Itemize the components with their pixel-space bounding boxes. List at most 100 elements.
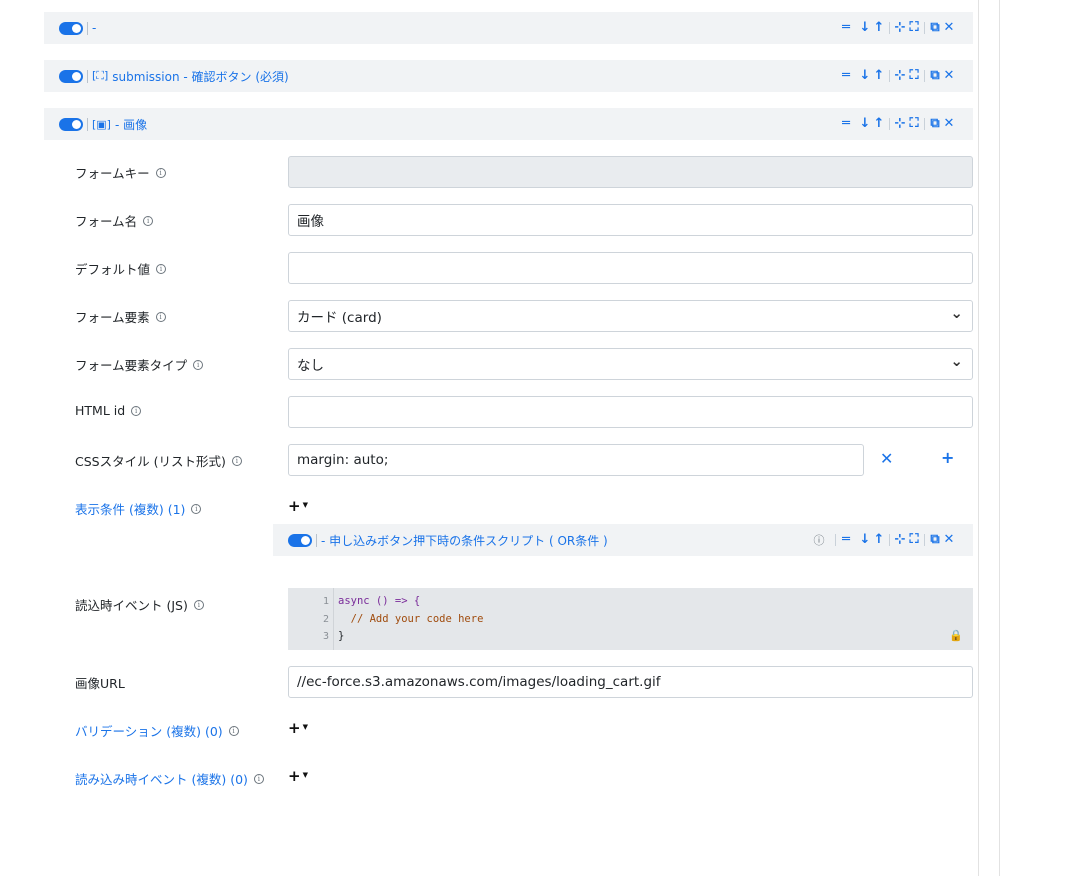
arrow-up-icon[interactable]: ↑ <box>872 108 886 140</box>
image-icon: [▣] <box>92 117 111 131</box>
drag-handle-icon[interactable]: ═ <box>839 12 853 44</box>
divider <box>87 21 88 35</box>
caret-down-icon: ▼ <box>302 770 308 779</box>
info-icon[interactable]: i <box>193 359 204 370</box>
plus-icon: + <box>288 719 301 737</box>
condition-title[interactable]: - 申し込みボタン押下時の条件スクリプト ( OR条件 ) <box>321 532 608 549</box>
info-icon[interactable]: i <box>155 167 166 178</box>
panel-divider <box>978 0 979 876</box>
line-number: 3 <box>322 631 329 642</box>
form-element-label: フォーム要素 i <box>75 307 166 326</box>
add-condition-button[interactable]: + ▼ <box>288 497 308 515</box>
form-name-label: フォーム名 i <box>75 211 154 230</box>
form-element-select[interactable]: カード (card) <box>288 300 973 332</box>
enable-toggle[interactable] <box>59 117 83 131</box>
plus-icon: + <box>288 497 301 515</box>
add-load-event-button[interactable]: + ▼ <box>288 767 308 785</box>
html-id-label: HTML id i <box>75 403 142 418</box>
info-icon[interactable]: i <box>228 725 239 736</box>
line-number: 1 <box>322 596 329 607</box>
copy-icon[interactable]: ⧉ <box>928 12 942 44</box>
line-number: 2 <box>322 614 329 625</box>
element-title[interactable]: [▣] - 画像 <box>92 116 147 133</box>
add-style-button[interactable]: + <box>941 448 954 467</box>
expand-icon[interactable]: ⛶ <box>907 108 921 140</box>
image-url-label: 画像URL <box>75 676 125 691</box>
arrow-up-icon[interactable]: ↑ <box>872 60 886 92</box>
element-bar: [⛶] submission - 確認ボタン (必須) ═ ↓ ↑ ⊹ ⛶ ⧉ ✕ <box>44 60 973 92</box>
caret-down-icon: ▼ <box>302 500 308 509</box>
form-element-type-label: フォーム要素タイプ i <box>75 355 204 374</box>
display-conditions-label[interactable]: 表示条件 (複数) (1) i <box>75 499 202 518</box>
arrow-down-icon[interactable]: ↓ <box>858 12 872 44</box>
condition-toolbar: ⓘ ═ ↓ ↑ ⊹ ⛶ ⧉ ✕ <box>812 524 956 556</box>
default-value-label: デフォルト値 i <box>75 259 167 278</box>
close-icon[interactable]: ✕ <box>942 524 956 556</box>
divider <box>87 69 88 83</box>
collapse-icon[interactable]: ⊹ <box>893 108 907 140</box>
form-key-label: フォームキー i <box>75 163 166 182</box>
load-events-label[interactable]: 読み込み時イベント (複数) (0) i <box>75 769 264 788</box>
collapse-icon[interactable]: ⊹ <box>893 524 907 556</box>
drag-handle-icon[interactable]: ═ <box>839 108 853 140</box>
arrow-up-icon[interactable]: ↑ <box>872 12 886 44</box>
line-gutter: 1 2 3 <box>288 588 334 650</box>
info-icon[interactable]: i <box>156 263 167 274</box>
collapse-icon[interactable]: ⊹ <box>893 12 907 44</box>
form-element-type-select[interactable]: なし <box>288 348 973 380</box>
close-icon[interactable]: ✕ <box>942 108 956 140</box>
arrow-down-icon[interactable]: ↓ <box>858 60 872 92</box>
code-line: } <box>338 630 345 642</box>
form-name-input[interactable]: 画像 <box>288 204 973 236</box>
validations-label[interactable]: バリデーション (複数) (0) i <box>75 721 239 740</box>
info-icon[interactable]: i <box>131 405 142 416</box>
image-url-input[interactable]: //ec-force.s3.amazonaws.com/images/loadi… <box>288 666 973 698</box>
element-toolbar: ═ ↓ ↑ ⊹ ⛶ ⧉ ✕ <box>839 60 956 92</box>
enable-toggle[interactable] <box>59 69 83 83</box>
element-bar: [▣] - 画像 ═ ↓ ↑ ⊹ ⛶ ⧉ ✕ <box>44 108 973 140</box>
enable-toggle[interactable] <box>288 533 312 547</box>
info-icon[interactable]: i <box>193 599 204 610</box>
css-style-label: CSSスタイル (リスト形式) i <box>75 451 242 470</box>
enable-toggle[interactable] <box>59 21 83 35</box>
code-editor[interactable]: 1 2 3 async () => { // Add your code her… <box>288 588 973 650</box>
element-title[interactable]: [⛶] submission - 確認ボタン (必須) <box>92 68 289 85</box>
close-icon[interactable]: ✕ <box>942 12 956 44</box>
info-icon[interactable]: i <box>191 503 202 514</box>
add-validation-button[interactable]: + ▼ <box>288 719 308 737</box>
close-icon[interactable]: ✕ <box>942 60 956 92</box>
element-toolbar: ═ ↓ ↑ ⊹ ⛶ ⧉ ✕ <box>839 12 956 44</box>
code-line: async () => { <box>338 595 421 607</box>
remove-style-button[interactable]: ✕ <box>880 449 893 468</box>
expand-icon[interactable]: ⛶ <box>907 12 921 44</box>
divider <box>316 533 317 547</box>
panel-divider-right <box>999 0 1000 876</box>
info-icon[interactable]: ⓘ <box>812 532 826 548</box>
plus-icon: + <box>288 767 301 785</box>
copy-icon[interactable]: ⧉ <box>928 108 942 140</box>
info-icon[interactable]: i <box>143 215 154 226</box>
info-icon[interactable]: i <box>253 773 264 784</box>
drag-handle-icon[interactable]: ═ <box>839 60 853 92</box>
drag-handle-icon[interactable]: ═ <box>839 524 853 556</box>
element-bar: - ═ ↓ ↑ ⊹ ⛶ ⧉ ✕ <box>44 12 973 44</box>
arrow-down-icon[interactable]: ↓ <box>858 524 872 556</box>
lock-icon[interactable]: 🔒 <box>949 629 963 642</box>
arrow-down-icon[interactable]: ↓ <box>858 108 872 140</box>
info-icon[interactable]: i <box>231 455 242 466</box>
html-id-input[interactable] <box>288 396 973 428</box>
expand-icon[interactable]: ⛶ <box>907 524 921 556</box>
arrow-up-icon[interactable]: ↑ <box>872 524 886 556</box>
condition-bar: - 申し込みボタン押下時の条件スクリプト ( OR条件 ) ⓘ ═ ↓ ↑ ⊹ … <box>273 524 973 556</box>
expand-icon[interactable]: ⛶ <box>907 60 921 92</box>
form-key-input[interactable] <box>288 156 973 188</box>
default-value-input[interactable] <box>288 252 973 284</box>
copy-icon[interactable]: ⧉ <box>928 524 942 556</box>
collapse-icon[interactable]: ⊹ <box>893 60 907 92</box>
element-title[interactable]: - <box>92 21 96 35</box>
code-line: // Add your code here <box>338 613 484 625</box>
copy-icon[interactable]: ⧉ <box>928 60 942 92</box>
caret-down-icon: ▼ <box>302 722 308 731</box>
info-icon[interactable]: i <box>155 311 166 322</box>
css-style-input[interactable]: margin: auto; <box>288 444 864 476</box>
